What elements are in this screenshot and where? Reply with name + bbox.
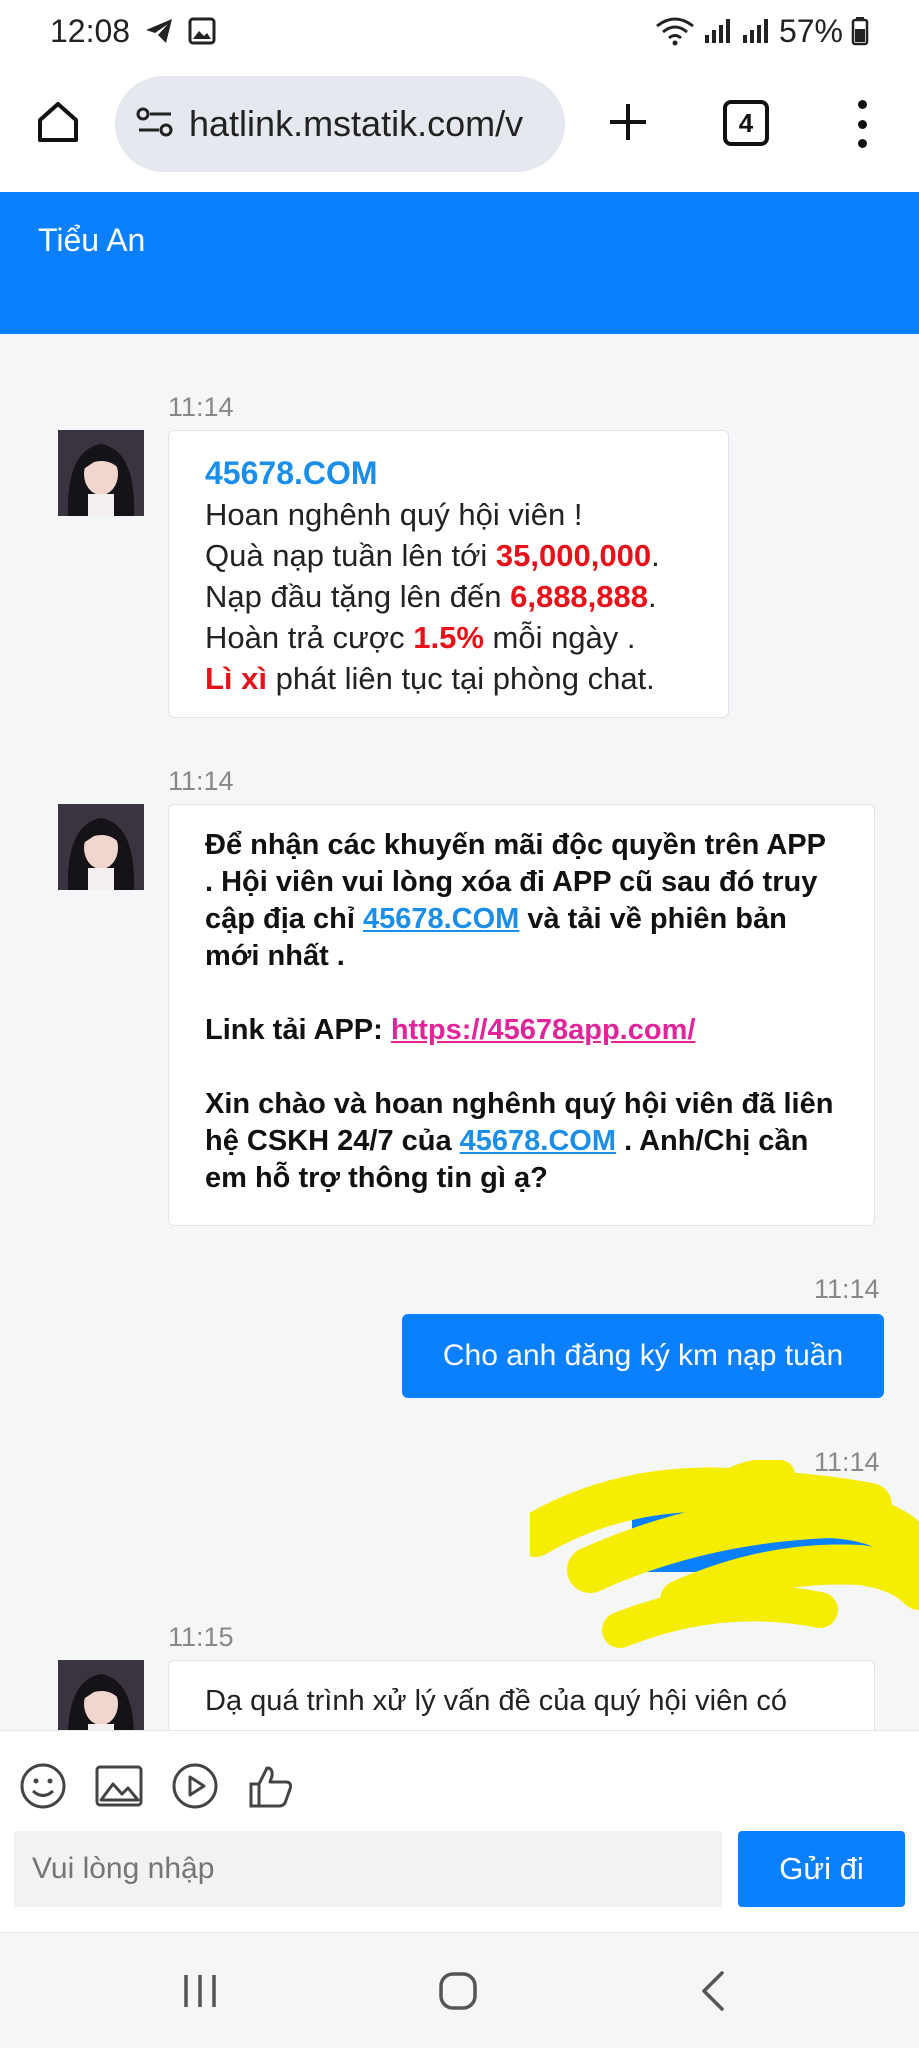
avatar bbox=[58, 430, 144, 516]
promo-value: 35,000,000 bbox=[495, 538, 652, 573]
clock: 12:08 bbox=[50, 12, 131, 49]
recent-apps-button[interactable] bbox=[170, 1965, 230, 2017]
promo-value: 1.5% bbox=[413, 620, 484, 655]
message-text: mỗi ngày . bbox=[483, 620, 636, 655]
home-button[interactable] bbox=[30, 94, 86, 150]
image-icon[interactable] bbox=[94, 1761, 144, 1811]
status-bar: 12:08 57% bbox=[0, 0, 919, 62]
message-time: 11:15 bbox=[168, 1622, 234, 1652]
message-text: . bbox=[651, 538, 660, 573]
plus-icon bbox=[610, 104, 646, 140]
back-icon bbox=[702, 1971, 724, 2011]
message-bubble: 45678.COM Hoan nghênh quý hội viên ! Quà… bbox=[168, 430, 729, 718]
chat-title: Tiểu An bbox=[38, 222, 146, 258]
message-line: Hoan nghênh quý hội viên ! bbox=[205, 497, 583, 532]
avatar bbox=[58, 804, 144, 890]
site-settings-icon[interactable] bbox=[135, 105, 175, 144]
home-nav-icon bbox=[439, 1972, 477, 2010]
thumbs-up-icon[interactable] bbox=[246, 1761, 296, 1811]
back-button[interactable] bbox=[684, 1965, 744, 2017]
message-text: Link tải APP: bbox=[205, 1014, 391, 1046]
composer-toolbar bbox=[18, 1761, 296, 1811]
brand-link[interactable]: 45678.COM bbox=[363, 903, 519, 935]
composer: Gửi đi bbox=[0, 1730, 919, 1930]
message-line: Hoàn trả cược 1.5% mỗi ngày . bbox=[205, 617, 692, 658]
message-text: phát liên tục tại phòng chat. bbox=[267, 661, 655, 696]
recent-apps-icon bbox=[184, 1975, 216, 2007]
message-bubble: Dạ quá trình xử lý vấn đề của quý hội vi… bbox=[168, 1660, 875, 1730]
avatar bbox=[58, 1660, 144, 1730]
browser-toolbar: hatlink.mstatik.com/v 4 bbox=[0, 70, 919, 180]
brand-link[interactable]: 45678.COM bbox=[460, 1125, 616, 1157]
system-nav-bar bbox=[0, 1932, 919, 2048]
wifi-icon bbox=[655, 16, 695, 46]
message-text: Hoàn trả cược bbox=[205, 620, 414, 655]
message-line: Nạp đầu tặng lên đến 6,888,888. bbox=[205, 576, 692, 617]
address-bar[interactable]: hatlink.mstatik.com/v bbox=[115, 76, 565, 172]
video-icon[interactable] bbox=[170, 1761, 220, 1811]
yellow-scribble-redaction bbox=[530, 1460, 919, 1648]
brand-name: 45678.COM bbox=[205, 455, 378, 491]
signal-icon bbox=[741, 17, 771, 45]
message-line: Quà nạp tuần lên tới 35,000,000. bbox=[205, 535, 692, 576]
message-text: . bbox=[648, 579, 657, 614]
home-icon bbox=[38, 102, 78, 142]
message-time: 11:14 bbox=[814, 1274, 880, 1304]
outgoing-message-bubble: Cho anh đăng ký km nạp tuần bbox=[402, 1314, 884, 1398]
promo-value: Lì xì bbox=[205, 661, 268, 696]
emoji-icon[interactable] bbox=[18, 1761, 68, 1811]
message-line: Lì xì phát liên tục tại phòng chat. bbox=[205, 658, 692, 699]
chat-header: Tiểu An bbox=[0, 192, 919, 334]
home-nav-button[interactable] bbox=[428, 1965, 488, 2017]
battery-percent: 57% bbox=[778, 12, 843, 49]
gallery-icon bbox=[188, 17, 216, 45]
message-paragraph: Link tải APP: https://45678app.com/ bbox=[205, 1012, 838, 1049]
signal-icon bbox=[703, 17, 733, 45]
message-text: Quà nạp tuần lên tới bbox=[205, 538, 496, 573]
message-bubble: Để nhận các khuyến mãi độc quyền trên AP… bbox=[168, 804, 875, 1226]
tab-count: 4 bbox=[738, 107, 754, 138]
tab-switcher-button[interactable]: 4 bbox=[723, 100, 769, 146]
message-text: Nạp đầu tặng lên đến bbox=[205, 579, 511, 614]
more-menu-button[interactable] bbox=[842, 94, 882, 154]
message-time: 11:14 bbox=[168, 392, 234, 422]
telegram-icon bbox=[144, 17, 174, 45]
app-download-link[interactable]: https://45678app.com/ bbox=[391, 1014, 696, 1046]
battery-icon bbox=[851, 16, 869, 46]
send-button[interactable]: Gửi đi bbox=[738, 1831, 905, 1907]
new-tab-button[interactable] bbox=[600, 94, 656, 150]
url-text[interactable]: hatlink.mstatik.com/v bbox=[189, 103, 523, 145]
message-paragraph: Để nhận các khuyến mãi độc quyền trên AP… bbox=[205, 827, 838, 975]
promo-value: 6,888,888 bbox=[510, 579, 649, 614]
message-paragraph: Xin chào và hoan nghênh quý hội viên đã … bbox=[205, 1086, 838, 1197]
message-input[interactable] bbox=[14, 1831, 722, 1907]
message-text: Dạ quá trình xử lý vấn đề của quý hội vi… bbox=[205, 1685, 788, 1717]
message-time: 11:14 bbox=[168, 766, 234, 796]
